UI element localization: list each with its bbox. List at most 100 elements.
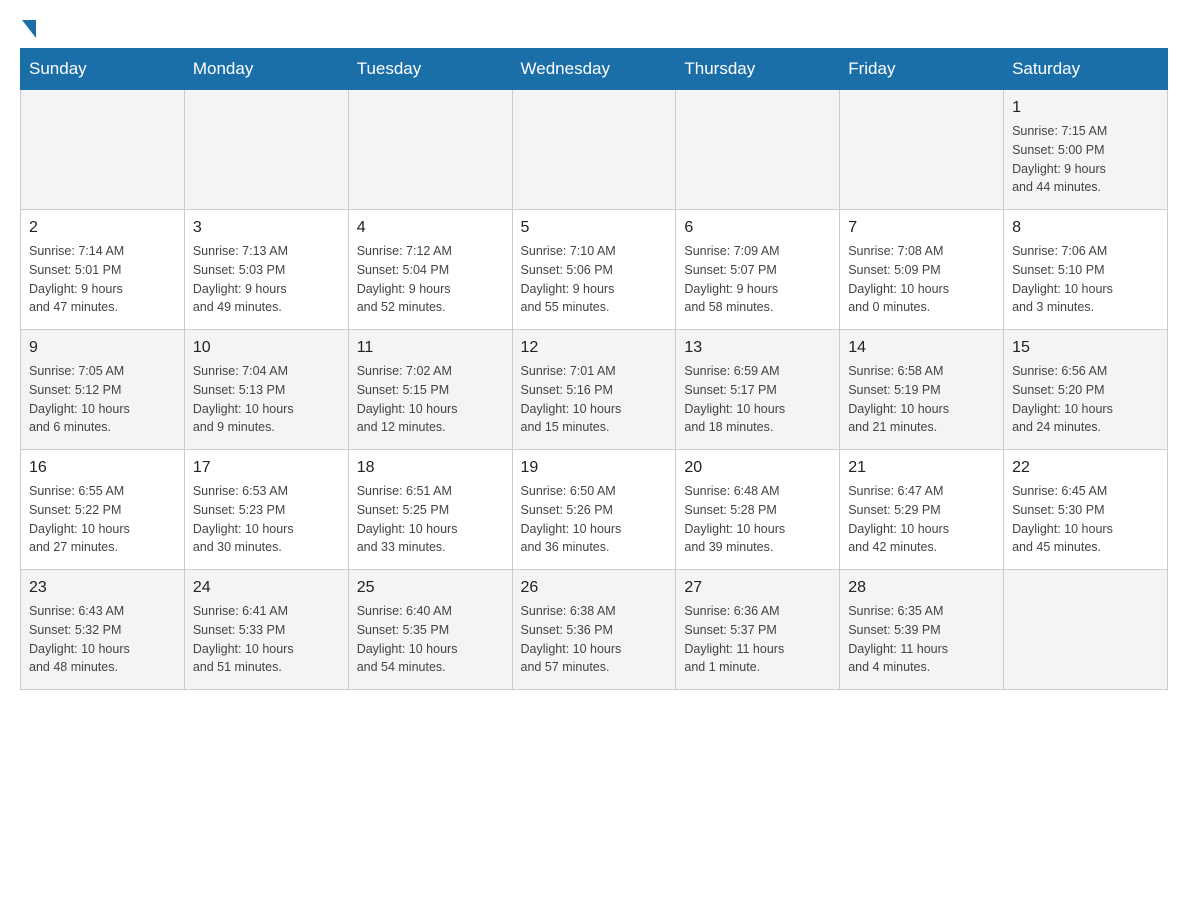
calendar-cell: 28Sunrise: 6:35 AM Sunset: 5:39 PM Dayli… <box>840 570 1004 690</box>
day-info: Sunrise: 6:47 AM Sunset: 5:29 PM Dayligh… <box>848 482 995 557</box>
day-number: 23 <box>29 576 176 600</box>
day-info: Sunrise: 6:43 AM Sunset: 5:32 PM Dayligh… <box>29 602 176 677</box>
day-info: Sunrise: 7:14 AM Sunset: 5:01 PM Dayligh… <box>29 242 176 317</box>
day-number: 11 <box>357 336 504 360</box>
calendar-week-row: 23Sunrise: 6:43 AM Sunset: 5:32 PM Dayli… <box>21 570 1168 690</box>
calendar-cell: 17Sunrise: 6:53 AM Sunset: 5:23 PM Dayli… <box>184 450 348 570</box>
day-header-row: SundayMondayTuesdayWednesdayThursdayFrid… <box>21 49 1168 90</box>
day-number: 17 <box>193 456 340 480</box>
calendar-cell: 12Sunrise: 7:01 AM Sunset: 5:16 PM Dayli… <box>512 330 676 450</box>
day-number: 18 <box>357 456 504 480</box>
calendar-cell: 7Sunrise: 7:08 AM Sunset: 5:09 PM Daylig… <box>840 210 1004 330</box>
day-number: 26 <box>521 576 668 600</box>
day-info: Sunrise: 6:55 AM Sunset: 5:22 PM Dayligh… <box>29 482 176 557</box>
calendar-cell: 4Sunrise: 7:12 AM Sunset: 5:04 PM Daylig… <box>348 210 512 330</box>
page-header <box>20 20 1168 38</box>
day-header-thursday: Thursday <box>676 49 840 90</box>
day-info: Sunrise: 7:05 AM Sunset: 5:12 PM Dayligh… <box>29 362 176 437</box>
day-number: 7 <box>848 216 995 240</box>
day-number: 22 <box>1012 456 1159 480</box>
calendar-cell: 11Sunrise: 7:02 AM Sunset: 5:15 PM Dayli… <box>348 330 512 450</box>
day-info: Sunrise: 6:45 AM Sunset: 5:30 PM Dayligh… <box>1012 482 1159 557</box>
calendar-cell: 23Sunrise: 6:43 AM Sunset: 5:32 PM Dayli… <box>21 570 185 690</box>
day-number: 25 <box>357 576 504 600</box>
day-info: Sunrise: 7:04 AM Sunset: 5:13 PM Dayligh… <box>193 362 340 437</box>
day-info: Sunrise: 6:35 AM Sunset: 5:39 PM Dayligh… <box>848 602 995 677</box>
day-header-sunday: Sunday <box>21 49 185 90</box>
day-number: 6 <box>684 216 831 240</box>
calendar-week-row: 9Sunrise: 7:05 AM Sunset: 5:12 PM Daylig… <box>21 330 1168 450</box>
calendar-cell: 16Sunrise: 6:55 AM Sunset: 5:22 PM Dayli… <box>21 450 185 570</box>
day-header-saturday: Saturday <box>1004 49 1168 90</box>
calendar-cell <box>676 90 840 210</box>
calendar-cell: 14Sunrise: 6:58 AM Sunset: 5:19 PM Dayli… <box>840 330 1004 450</box>
calendar-cell: 9Sunrise: 7:05 AM Sunset: 5:12 PM Daylig… <box>21 330 185 450</box>
day-number: 1 <box>1012 96 1159 120</box>
day-info: Sunrise: 7:15 AM Sunset: 5:00 PM Dayligh… <box>1012 122 1159 197</box>
day-number: 3 <box>193 216 340 240</box>
day-info: Sunrise: 6:59 AM Sunset: 5:17 PM Dayligh… <box>684 362 831 437</box>
day-info: Sunrise: 6:53 AM Sunset: 5:23 PM Dayligh… <box>193 482 340 557</box>
day-number: 5 <box>521 216 668 240</box>
day-info: Sunrise: 6:51 AM Sunset: 5:25 PM Dayligh… <box>357 482 504 557</box>
day-number: 12 <box>521 336 668 360</box>
day-info: Sunrise: 6:38 AM Sunset: 5:36 PM Dayligh… <box>521 602 668 677</box>
day-info: Sunrise: 6:58 AM Sunset: 5:19 PM Dayligh… <box>848 362 995 437</box>
calendar-cell: 24Sunrise: 6:41 AM Sunset: 5:33 PM Dayli… <box>184 570 348 690</box>
day-number: 14 <box>848 336 995 360</box>
day-header-monday: Monday <box>184 49 348 90</box>
calendar-cell: 20Sunrise: 6:48 AM Sunset: 5:28 PM Dayli… <box>676 450 840 570</box>
calendar-cell: 3Sunrise: 7:13 AM Sunset: 5:03 PM Daylig… <box>184 210 348 330</box>
calendar-cell <box>184 90 348 210</box>
day-number: 21 <box>848 456 995 480</box>
calendar-cell: 27Sunrise: 6:36 AM Sunset: 5:37 PM Dayli… <box>676 570 840 690</box>
calendar-cell <box>348 90 512 210</box>
calendar-cell: 8Sunrise: 7:06 AM Sunset: 5:10 PM Daylig… <box>1004 210 1168 330</box>
calendar-cell <box>512 90 676 210</box>
day-info: Sunrise: 6:48 AM Sunset: 5:28 PM Dayligh… <box>684 482 831 557</box>
calendar-cell: 2Sunrise: 7:14 AM Sunset: 5:01 PM Daylig… <box>21 210 185 330</box>
calendar-cell: 15Sunrise: 6:56 AM Sunset: 5:20 PM Dayli… <box>1004 330 1168 450</box>
calendar-cell: 22Sunrise: 6:45 AM Sunset: 5:30 PM Dayli… <box>1004 450 1168 570</box>
calendar-cell: 19Sunrise: 6:50 AM Sunset: 5:26 PM Dayli… <box>512 450 676 570</box>
day-number: 16 <box>29 456 176 480</box>
day-info: Sunrise: 7:09 AM Sunset: 5:07 PM Dayligh… <box>684 242 831 317</box>
calendar-cell <box>1004 570 1168 690</box>
day-number: 9 <box>29 336 176 360</box>
day-info: Sunrise: 6:36 AM Sunset: 5:37 PM Dayligh… <box>684 602 831 677</box>
day-info: Sunrise: 6:50 AM Sunset: 5:26 PM Dayligh… <box>521 482 668 557</box>
day-number: 2 <box>29 216 176 240</box>
calendar-cell: 6Sunrise: 7:09 AM Sunset: 5:07 PM Daylig… <box>676 210 840 330</box>
day-info: Sunrise: 7:12 AM Sunset: 5:04 PM Dayligh… <box>357 242 504 317</box>
calendar-cell: 21Sunrise: 6:47 AM Sunset: 5:29 PM Dayli… <box>840 450 1004 570</box>
calendar-week-row: 2Sunrise: 7:14 AM Sunset: 5:01 PM Daylig… <box>21 210 1168 330</box>
day-number: 19 <box>521 456 668 480</box>
day-number: 28 <box>848 576 995 600</box>
calendar-cell: 13Sunrise: 6:59 AM Sunset: 5:17 PM Dayli… <box>676 330 840 450</box>
calendar-cell: 26Sunrise: 6:38 AM Sunset: 5:36 PM Dayli… <box>512 570 676 690</box>
day-number: 24 <box>193 576 340 600</box>
calendar-cell: 18Sunrise: 6:51 AM Sunset: 5:25 PM Dayli… <box>348 450 512 570</box>
calendar-table: SundayMondayTuesdayWednesdayThursdayFrid… <box>20 48 1168 690</box>
calendar-cell <box>21 90 185 210</box>
calendar-cell: 10Sunrise: 7:04 AM Sunset: 5:13 PM Dayli… <box>184 330 348 450</box>
day-info: Sunrise: 6:40 AM Sunset: 5:35 PM Dayligh… <box>357 602 504 677</box>
day-header-tuesday: Tuesday <box>348 49 512 90</box>
logo-triangle-icon <box>22 20 36 38</box>
day-number: 10 <box>193 336 340 360</box>
calendar-cell: 25Sunrise: 6:40 AM Sunset: 5:35 PM Dayli… <box>348 570 512 690</box>
day-info: Sunrise: 7:10 AM Sunset: 5:06 PM Dayligh… <box>521 242 668 317</box>
day-info: Sunrise: 7:08 AM Sunset: 5:09 PM Dayligh… <box>848 242 995 317</box>
day-info: Sunrise: 7:13 AM Sunset: 5:03 PM Dayligh… <box>193 242 340 317</box>
calendar-cell: 5Sunrise: 7:10 AM Sunset: 5:06 PM Daylig… <box>512 210 676 330</box>
day-number: 27 <box>684 576 831 600</box>
day-info: Sunrise: 7:02 AM Sunset: 5:15 PM Dayligh… <box>357 362 504 437</box>
day-header-friday: Friday <box>840 49 1004 90</box>
day-number: 13 <box>684 336 831 360</box>
calendar-week-row: 1Sunrise: 7:15 AM Sunset: 5:00 PM Daylig… <box>21 90 1168 210</box>
logo <box>20 20 38 38</box>
day-header-wednesday: Wednesday <box>512 49 676 90</box>
day-number: 20 <box>684 456 831 480</box>
day-info: Sunrise: 6:41 AM Sunset: 5:33 PM Dayligh… <box>193 602 340 677</box>
day-number: 8 <box>1012 216 1159 240</box>
